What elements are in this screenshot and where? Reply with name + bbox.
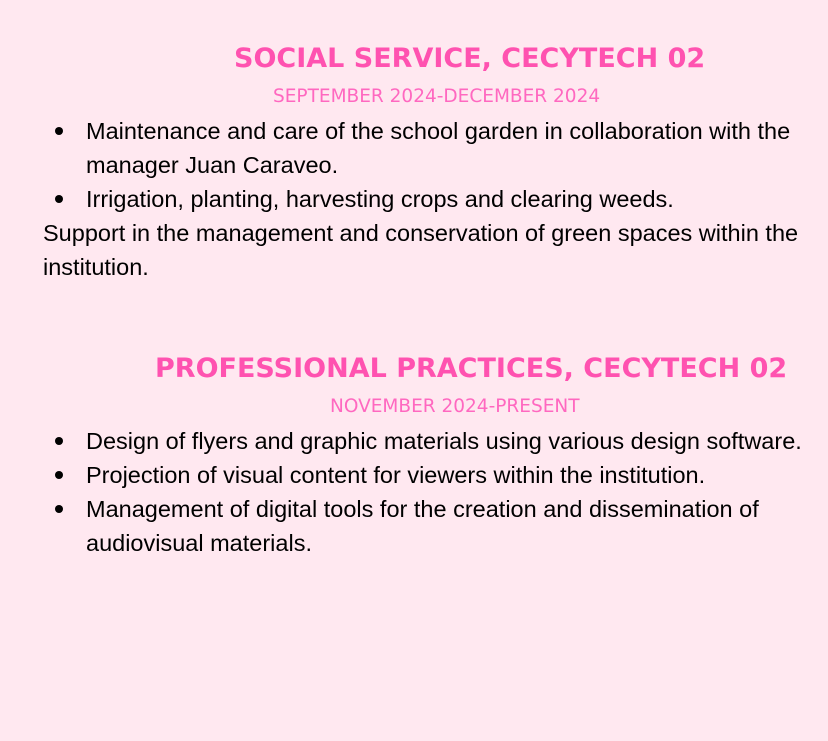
list-item-text: Management of digital tools for the crea… <box>86 496 759 556</box>
list-item: Maintenance and care of the school garde… <box>55 114 810 182</box>
bullet-dot-icon <box>55 195 63 203</box>
section-social-service: SOCIAL SERVICE, CECYTECH 02 SEPTEMBER 20… <box>0 38 828 284</box>
list-item-text: Design of flyers and graphic materials u… <box>86 428 802 454</box>
bullet-dot-icon <box>55 127 63 135</box>
section-title: SOCIAL SERVICE, CECYTECH 02 <box>234 43 706 74</box>
bullet-dot-icon <box>55 505 63 513</box>
list-item-text: Projection of visual content for viewers… <box>86 462 706 488</box>
bullet-dot-icon <box>55 471 63 479</box>
bullet-list: Maintenance and care of the school garde… <box>55 114 810 216</box>
section-paragraph: Support in the management and conservati… <box>43 220 799 280</box>
section-date: SEPTEMBER 2024-DECEMBER 2024 <box>273 86 601 107</box>
section-professional-practices: PROFESSIONAL PRACTICES, CECYTECH 02 NOVE… <box>0 348 828 560</box>
list-item: Irrigation, planting, harvesting crops a… <box>55 182 810 216</box>
list-item-text: Maintenance and care of the school garde… <box>86 118 791 178</box>
bullet-dot-icon <box>55 437 63 445</box>
list-item: Management of digital tools for the crea… <box>55 492 810 560</box>
list-item: Projection of visual content for viewers… <box>55 458 810 492</box>
section-title: PROFESSIONAL PRACTICES, CECYTECH 02 <box>155 353 788 384</box>
list-item: Design of flyers and graphic materials u… <box>55 424 810 458</box>
list-item-text: Irrigation, planting, harvesting crops a… <box>86 186 674 212</box>
bullet-list: Design of flyers and graphic materials u… <box>55 424 810 560</box>
section-date: NOVEMBER 2024-PRESENT <box>330 396 580 417</box>
